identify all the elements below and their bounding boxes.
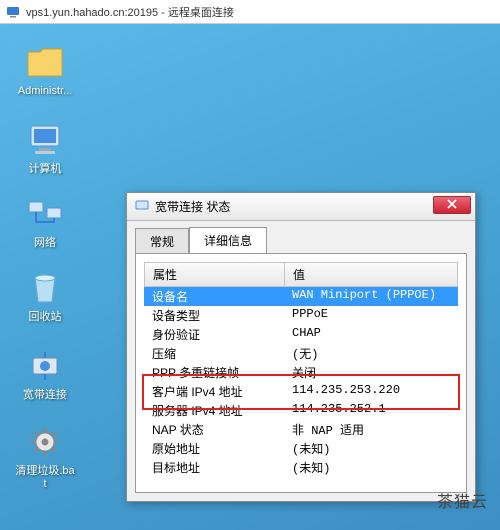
icon-label: 回收站	[29, 311, 62, 324]
cell-property: 压缩	[144, 344, 284, 363]
desktop-icon-broadband[interactable]: 宽带连接	[14, 346, 76, 402]
desktop-icon-admin[interactable]: Administr...	[14, 42, 76, 98]
icon-label: 清理垃圾.bat	[14, 465, 76, 491]
icon-label: Administr...	[18, 85, 72, 98]
table-row[interactable]: 压缩(无)	[144, 344, 458, 363]
cell-property: 设备类型	[144, 306, 284, 325]
table-row[interactable]: NAP 状态非 NAP 适用	[144, 420, 458, 439]
cell-value: WAN Miniport (PPPOE)	[284, 287, 458, 306]
cell-property: 服务器 IPv4 地址	[144, 401, 284, 420]
table-row[interactable]: 身份验证CHAP	[144, 325, 458, 344]
cell-value: (未知)	[284, 458, 458, 477]
col-value[interactable]: 值	[285, 263, 457, 286]
cell-property: 身份验证	[144, 325, 284, 344]
table-row[interactable]: 客户端 IPv4 地址114.235.253.220	[144, 382, 458, 401]
cell-property: 目标地址	[144, 458, 284, 477]
grid-header: 属性 值	[144, 262, 458, 287]
desktop-area: Administr... 计算机 网络 回收站 宽带连接 清理垃圾.bat	[0, 24, 500, 530]
rdp-title-bar: vps1.yun.hahado.cn:20195 - 远程桌面连接	[0, 0, 500, 24]
close-button[interactable]	[433, 196, 471, 214]
cell-value: 114.235.252.1	[284, 401, 458, 420]
status-dialog: 宽带连接 状态 常规 详细信息 属性 值 设备名WAN Miniport (PP…	[126, 192, 476, 502]
cell-property: 客户端 IPv4 地址	[144, 382, 284, 401]
computer-icon	[25, 120, 65, 160]
cell-value: (未知)	[284, 439, 458, 458]
table-row[interactable]: 服务器 IPv4 地址114.235.252.1	[144, 401, 458, 420]
connection-icon	[25, 346, 65, 386]
cell-value: 关闭	[284, 363, 458, 382]
dialog-titlebar[interactable]: 宽带连接 状态	[127, 193, 475, 221]
table-row[interactable]: 设备类型PPPoE	[144, 306, 458, 325]
cell-property: NAP 状态	[144, 420, 284, 439]
rdp-icon	[6, 5, 20, 19]
tab-body: 属性 值 设备名WAN Miniport (PPPOE)设备类型PPPoE身份验…	[135, 253, 467, 493]
cell-value: (无)	[284, 344, 458, 363]
icon-label: 计算机	[29, 163, 62, 176]
cell-property: 设备名	[144, 287, 284, 306]
dialog-icon	[135, 198, 149, 215]
desktop-icon-clean-bat[interactable]: 清理垃圾.bat	[14, 422, 76, 491]
desktop-icon-computer[interactable]: 计算机	[14, 120, 76, 176]
cell-value: 114.235.253.220	[284, 382, 458, 401]
network-icon	[25, 194, 65, 234]
grid-rows: 设备名WAN Miniport (PPPOE)设备类型PPPoE身份验证CHAP…	[144, 287, 458, 477]
icon-label: 网络	[34, 237, 56, 250]
table-row[interactable]: PPP 多重链接帧关闭	[144, 363, 458, 382]
tab-strip: 常规 详细信息	[127, 221, 475, 253]
tab-details[interactable]: 详细信息	[189, 227, 267, 253]
cell-value: PPPoE	[284, 306, 458, 325]
desktop-icon-network[interactable]: 网络	[14, 194, 76, 250]
table-row[interactable]: 原始地址(未知)	[144, 439, 458, 458]
gear-icon	[25, 422, 65, 462]
col-property[interactable]: 属性	[145, 263, 285, 286]
recycle-bin-icon	[25, 268, 65, 308]
watermark: 茶猫云	[437, 488, 488, 512]
close-icon	[447, 199, 457, 212]
cell-property: 原始地址	[144, 439, 284, 458]
table-row[interactable]: 目标地址(未知)	[144, 458, 458, 477]
desktop-icon-recycle[interactable]: 回收站	[14, 268, 76, 324]
rdp-title-text: vps1.yun.hahado.cn:20195 - 远程桌面连接	[26, 4, 234, 20]
cell-value: 非 NAP 适用	[284, 420, 458, 439]
folder-icon	[25, 42, 65, 82]
tab-general[interactable]: 常规	[135, 228, 189, 254]
cell-property: PPP 多重链接帧	[144, 363, 284, 382]
cell-value: CHAP	[284, 325, 458, 344]
table-row[interactable]: 设备名WAN Miniport (PPPOE)	[144, 287, 458, 306]
icon-label: 宽带连接	[23, 389, 67, 402]
dialog-title: 宽带连接 状态	[155, 198, 230, 215]
